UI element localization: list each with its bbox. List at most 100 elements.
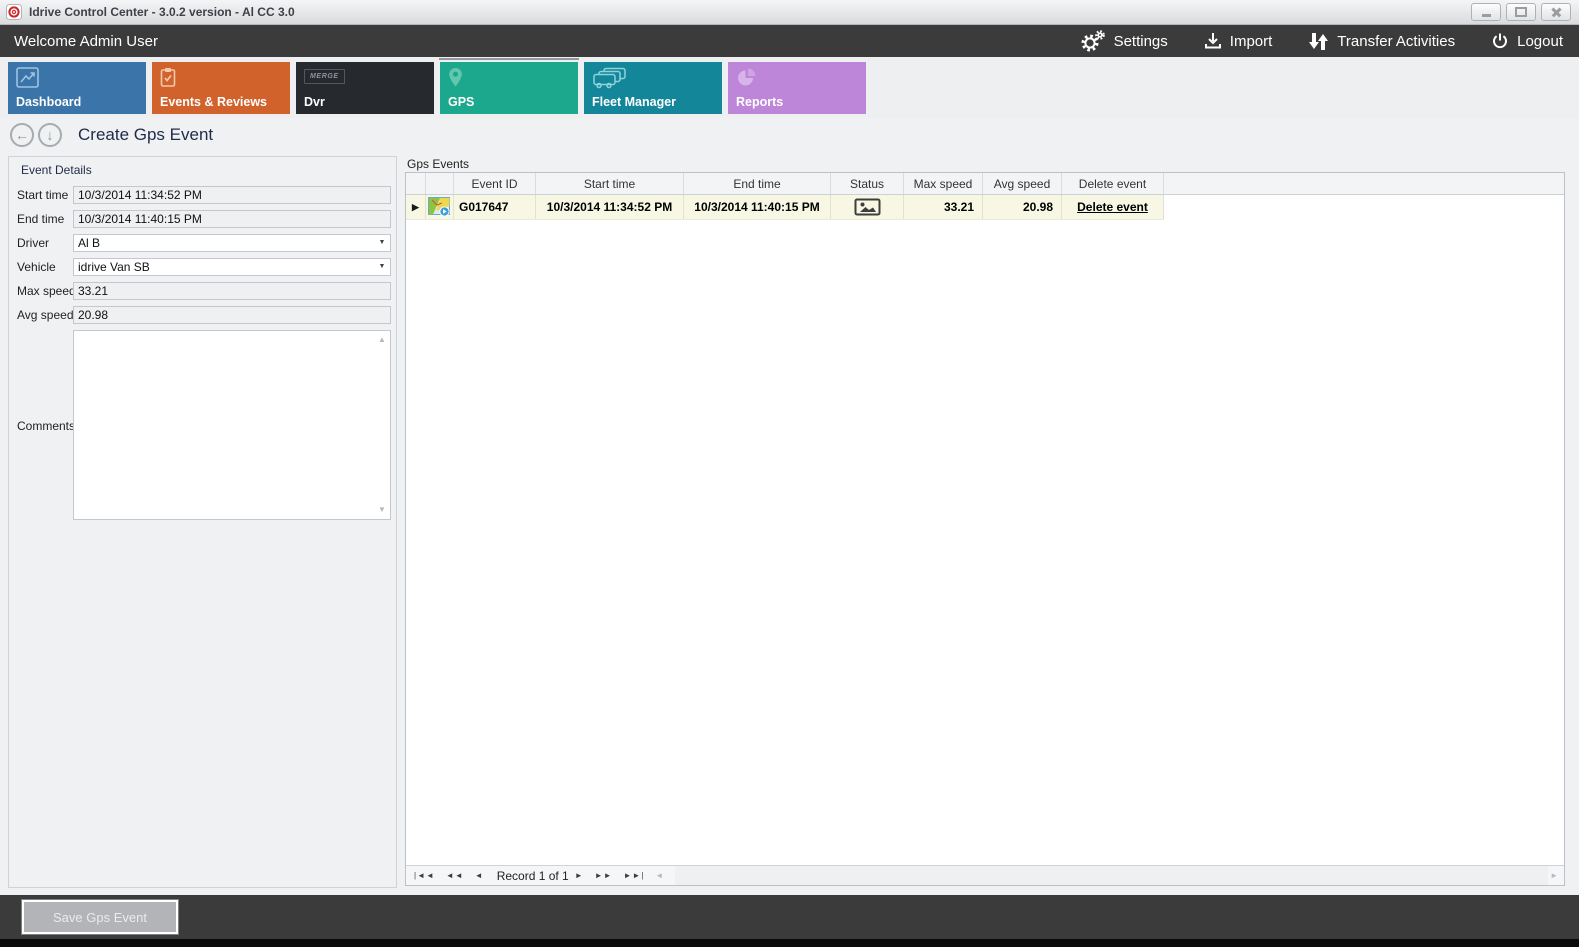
tab-fleet-manager[interactable]: Fleet Manager [584,62,722,114]
gear-icon [1080,30,1106,52]
image-icon[interactable] [854,198,881,216]
back-button[interactable]: ← [10,123,34,147]
hscroll-left-arrow[interactable]: ◄ [655,871,664,880]
minimize-icon [1482,14,1491,17]
scroll-up-icon[interactable]: ▲ [376,335,388,344]
comments-label: Comments [17,419,75,433]
start-time-input[interactable] [73,186,391,204]
clipboard-check-icon [160,67,176,91]
tab-events-reviews[interactable]: Events & Reviews [152,62,290,114]
arrow-left-icon: ← [15,127,29,143]
main-tab-strip: Dashboard Events & Reviews MERGE Dvr [0,57,1579,118]
grid-header-indicator [406,173,426,194]
tab-label: Fleet Manager [592,95,676,109]
app-icon [6,4,22,20]
close-icon [1551,7,1562,18]
arrow-down-icon: ↓ [47,127,54,143]
col-header-max-speed[interactable]: Max speed [904,173,983,194]
chevron-down-icon[interactable]: ▼ [375,263,389,270]
transfer-activities-button[interactable]: Transfer Activities [1308,32,1455,51]
start-time-label: Start time [17,188,68,202]
save-gps-event-button[interactable]: Save Gps Event [22,900,178,934]
tab-label: Dvr [304,95,325,109]
record-navigator: |◄◄ ◄◄ ◄ Record 1 of 1 ► ►► ►►| ◄ ► [406,865,1564,885]
tab-reports[interactable]: Reports [728,62,866,114]
grid-header-row: Event ID Start time End time Status Max … [406,173,1564,195]
transfer-activities-label: Transfer Activities [1337,33,1455,50]
window-title: Idrive Control Center - 3.0.2 version - … [29,5,295,19]
title-bar: Idrive Control Center - 3.0.2 version - … [0,0,1579,25]
pie-chart-icon [736,67,758,91]
comments-textarea[interactable] [73,330,391,520]
tab-label: Dashboard [16,95,81,109]
tab-label: GPS [448,95,474,109]
fleet-trucks-icon [592,67,628,92]
merge-badge-icon: MERGE [304,67,345,84]
tab-label: Events & Reviews [160,95,267,109]
settings-label: Settings [1114,33,1168,50]
col-header-delete-event[interactable]: Delete event [1062,173,1164,194]
close-button[interactable] [1541,3,1571,21]
max-speed-input[interactable] [73,282,391,300]
pager-prev-button[interactable]: ◄ [475,871,484,880]
logout-button[interactable]: Logout [1491,32,1563,50]
cell-delete-event: Delete event [1062,195,1164,219]
cell-avg-speed: 20.98 [983,195,1062,219]
grid-caption: Gps Events [407,157,469,171]
hscroll-right-arrow[interactable]: ► [1550,871,1559,880]
import-button[interactable]: Import [1204,32,1273,50]
tab-dashboard[interactable]: Dashboard [8,62,146,114]
maximize-button[interactable] [1506,3,1536,21]
pager-record-text: Record 1 of 1 [497,869,569,883]
scroll-down-icon[interactable]: ▼ [376,505,388,514]
transfer-arrows-icon [1308,32,1329,51]
pager-first-button[interactable]: |◄◄ [414,871,435,880]
welcome-text: Welcome Admin User [14,33,158,50]
driver-select[interactable] [73,234,391,252]
tab-label: Reports [736,95,783,109]
cell-end-time: 10/3/2014 11:40:15 PM [684,195,831,219]
bottom-strip [0,939,1579,947]
pager-last-button[interactable]: ►►| [624,871,645,880]
driver-label: Driver [17,236,49,250]
footer-bar: Save Gps Event [0,895,1579,939]
avg-speed-input[interactable] [73,306,391,324]
row-indicator-cell: ▶ [406,195,426,219]
down-button[interactable]: ↓ [38,123,62,147]
panel-caption: Event Details [21,163,92,177]
settings-button[interactable]: Settings [1080,30,1168,52]
event-details-panel: Event Details Start time End time Driver… [8,156,397,888]
import-label: Import [1230,33,1273,50]
chevron-down-icon[interactable]: ▼ [375,239,389,246]
max-speed-label: Max speed [17,284,76,298]
pager-prev-page-button[interactable]: ◄◄ [446,871,464,880]
col-header-event-id[interactable]: Event ID [454,173,536,194]
line-chart-icon [16,67,40,92]
delete-event-link[interactable]: Delete event [1077,200,1148,214]
map-pin-icon [448,67,463,91]
gps-events-grid: Event ID Start time End time Status Max … [405,172,1565,886]
cell-start-time: 10/3/2014 11:34:52 PM [536,195,684,219]
tab-gps[interactable]: GPS [440,62,578,114]
hscroll-track[interactable] [675,866,1548,885]
end-time-input[interactable] [73,210,391,228]
col-header-avg-speed[interactable]: Avg speed [983,173,1062,194]
tab-dvr[interactable]: MERGE Dvr [296,62,434,114]
col-header-status[interactable]: Status [831,173,904,194]
breadcrumb: ← ↓ Create Gps Event [0,118,1579,152]
top-bar: Welcome Admin User Settings [0,25,1579,57]
map-thumbnail-icon[interactable] [428,197,451,217]
end-time-label: End time [17,212,64,226]
pager-next-page-button[interactable]: ►► [595,871,613,880]
logout-label: Logout [1517,33,1563,50]
col-header-start-time[interactable]: Start time [536,173,684,194]
row-map-cell [426,195,454,219]
table-row[interactable]: ▶ G017647 10/3/2014 11:34:52 PM 10/3/201… [406,195,1164,220]
col-header-end-time[interactable]: End time [684,173,831,194]
page-title: Create Gps Event [78,125,213,145]
cell-max-speed: 33.21 [904,195,983,219]
application-window: Idrive Control Center - 3.0.2 version - … [0,0,1579,947]
minimize-button[interactable] [1471,3,1501,21]
pager-next-button[interactable]: ► [575,871,584,880]
vehicle-select[interactable] [73,258,391,276]
